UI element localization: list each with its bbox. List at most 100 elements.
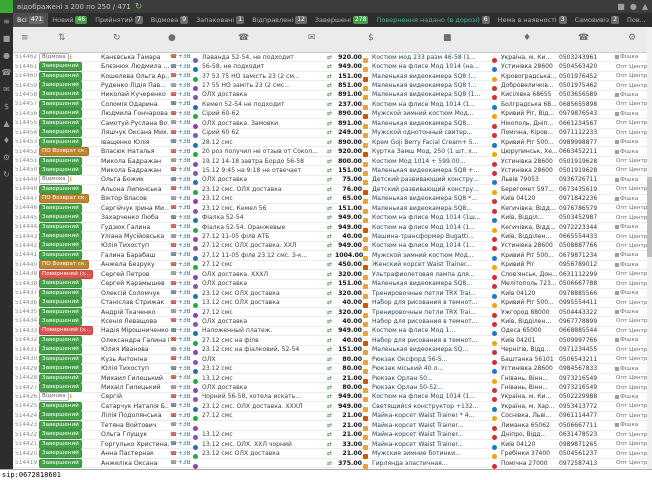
callback-link[interactable]: +ЗВ xyxy=(178,271,193,277)
vertical-scrollbar[interactable] xyxy=(647,27,652,469)
callback-link[interactable]: +ЗВ xyxy=(178,300,193,306)
callback-link[interactable]: +ЗВ xyxy=(178,186,193,192)
refresh-column-icon[interactable]: ↻ xyxy=(113,33,121,43)
call-icon[interactable]: ☎ xyxy=(169,375,178,381)
call-icon[interactable]: ☎ xyxy=(169,413,178,419)
phone-column-icon[interactable]: ☎ xyxy=(238,33,249,43)
table-row[interactable]: 514457 Завершений Соломія Одарина ☎ +ЗВ … xyxy=(13,100,647,109)
callback-link[interactable]: +ЗВ xyxy=(178,92,193,98)
callback-link[interactable]: +ЗВ xyxy=(178,73,193,79)
call-icon[interactable]: ☎ xyxy=(169,177,178,183)
table-row[interactable]: 514430 Завершений Кузь Антоніна ☎ +ЗВ ОЛ… xyxy=(13,355,647,364)
callback-link[interactable]: +ЗВ xyxy=(178,356,193,362)
table-row[interactable]: 514441 Завершений Галина Барабаш ☎ +ЗВ 2… xyxy=(13,251,647,260)
table-row[interactable]: 514421 Завершений Горгулько Христина... … xyxy=(13,440,647,449)
table-row[interactable]: 514448 Завершений Альона Липенська ☎ +ЗВ… xyxy=(13,185,647,194)
table-row[interactable]: 514432 Завершений Олександра Галина В...… xyxy=(13,336,647,345)
table-row[interactable]: 514451 Завершений Микола Бадражан ☎ +ЗВ … xyxy=(13,157,647,166)
sort-icon[interactable]: ⇅ xyxy=(58,33,66,43)
tab-завершені[interactable]: Завершені278 xyxy=(311,13,373,27)
clients-icon[interactable]: ● xyxy=(0,47,13,64)
tab-повернення-надано-в-дорозі-[interactable]: Повернення надано (в дорозі)6 xyxy=(372,13,493,27)
mail-icon[interactable]: ✉ xyxy=(0,81,13,98)
callback-link[interactable]: +ЗВ xyxy=(178,205,193,211)
table-row[interactable]: 514455 Завершений Самотуй Руслана Во... … xyxy=(13,119,647,128)
callback-link[interactable]: +ЗВ xyxy=(178,167,193,173)
callback-link[interactable]: +ЗВ xyxy=(178,318,193,324)
callback-link[interactable]: +ЗВ xyxy=(178,347,193,353)
callback-link[interactable]: +ЗВ xyxy=(178,54,193,60)
table-row[interactable]: 514433 Повернений (з... Надія Мірошничен… xyxy=(13,327,647,336)
money-column-icon[interactable]: $ xyxy=(368,33,374,43)
table-row[interactable]: 514426 Відмова ℹ Сергій ☎ +ЗВ Чорний 56-… xyxy=(13,393,647,402)
call-icon[interactable]: ☎ xyxy=(169,158,178,164)
callback-link[interactable]: +ЗВ xyxy=(178,290,193,296)
table-row[interactable]: 514460 Завершений Кошелева Ольга Ар... ☎… xyxy=(13,72,647,81)
notifications-icon[interactable]: ● xyxy=(630,2,637,11)
table-row[interactable]: 514461 Завершений Блєзнюк Людмила ... ☎ … xyxy=(13,62,647,71)
call-icon[interactable]: ☎ xyxy=(169,215,178,221)
table-row[interactable]: 514428 Завершений Михаил Гилецький ☎ +ЗВ… xyxy=(13,374,647,383)
callback-link[interactable]: +ЗВ xyxy=(178,460,193,466)
call-icon[interactable]: ☎ xyxy=(169,73,178,79)
call-icon[interactable]: ☎ xyxy=(169,271,178,277)
table-row[interactable]: 514459 Завершений Руденко Лідія Пав... ☎… xyxy=(13,81,647,90)
call-icon[interactable]: ☎ xyxy=(169,441,178,447)
menu-icon[interactable]: ≡ xyxy=(0,13,13,30)
table-row[interactable]: 514449 Відмова ℹ Ольга Божик ☎ +ЗВ ОЛХ д… xyxy=(13,176,647,185)
call-icon[interactable]: ☎ xyxy=(169,451,178,457)
callback-link[interactable]: +ЗВ xyxy=(178,111,193,117)
location-column-icon[interactable]: ♦ xyxy=(523,33,531,43)
customers-column-icon[interactable]: ● xyxy=(168,33,176,43)
table-row[interactable]: 514462 Відмова ℹ Канєвська Тамара ☎ +ЗВ … xyxy=(13,53,647,62)
call-icon[interactable]: ☎ xyxy=(169,83,178,89)
call-icon[interactable]: ☎ xyxy=(169,92,178,98)
product-column-icon[interactable]: ■ xyxy=(443,33,452,43)
callback-link[interactable]: +ЗВ xyxy=(178,432,193,438)
table-row[interactable]: 514424 Завершений Лілія Подолянська ☎ +З… xyxy=(13,412,647,421)
call-icon[interactable]: ☎ xyxy=(169,186,178,192)
table-row[interactable]: 514450 Завершений Микола Бадражан ☎ +ЗВ … xyxy=(13,166,647,175)
callback-link[interactable]: +ЗВ xyxy=(178,309,193,315)
callback-link[interactable]: +ЗВ xyxy=(178,422,193,428)
call-icon[interactable]: ☎ xyxy=(169,328,178,334)
callback-link[interactable]: +ЗВ xyxy=(178,413,193,419)
table-row[interactable]: 514435 Завершений Андрій Ткаченко ☎ +ЗВ … xyxy=(13,308,647,317)
callback-link[interactable]: +ЗВ xyxy=(178,441,193,447)
table-row[interactable]: 514447 ПО Возврат ск. Віктор Власов ☎ +З… xyxy=(13,195,647,204)
table-row[interactable]: 514444 Завершений Гудзюк Галина ☎ +ЗВ Фі… xyxy=(13,223,647,232)
call-icon[interactable]: ☎ xyxy=(169,337,178,343)
table-row[interactable]: 514443 Завершений Уліана Мусійовська ☎ +… xyxy=(13,232,647,241)
list-icon[interactable]: ≡ xyxy=(21,33,29,43)
user-menu-icon[interactable]: ▲ xyxy=(642,2,648,11)
callback-link[interactable]: +ЗВ xyxy=(178,64,193,70)
callback-link[interactable]: +ЗВ xyxy=(178,366,193,372)
callback-link[interactable]: +ЗВ xyxy=(178,403,193,409)
tab-прийнятий[interactable]: Прийнятий7 xyxy=(91,13,147,27)
call-icon[interactable]: ☎ xyxy=(169,422,178,428)
tab-запаковані[interactable]: Запаковані1 xyxy=(192,13,248,27)
call-icon[interactable]: ☎ xyxy=(169,252,178,258)
callback-link[interactable]: +ЗВ xyxy=(178,177,193,183)
messenger-icon[interactable] xyxy=(193,454,202,469)
calls-icon[interactable]: ☎ xyxy=(0,64,13,81)
refresh-icon[interactable]: ↻ xyxy=(135,2,143,12)
callback-link[interactable]: +ЗВ xyxy=(178,130,193,136)
call-icon[interactable]: ☎ xyxy=(169,167,178,173)
tab-відмова[interactable]: Відмова9 xyxy=(147,13,192,27)
callback-link[interactable]: +ЗВ xyxy=(178,385,193,391)
table-row[interactable]: 514440 ПО Возврат ск. Анжела Безруку ☎ +… xyxy=(13,261,647,270)
table-row[interactable]: 514436 Завершений Станіслав Стрижак ☎ +З… xyxy=(13,298,647,307)
call-icon[interactable]: ☎ xyxy=(169,366,178,372)
table-row[interactable]: 514458 Завершений Николай Кучеренко ☎ +З… xyxy=(13,91,647,100)
call-icon[interactable]: ☎ xyxy=(169,394,178,400)
callback-link[interactable]: +ЗВ xyxy=(178,375,193,381)
callback-link[interactable]: +ЗВ xyxy=(178,243,193,249)
call-icon[interactable]: ☎ xyxy=(169,347,178,353)
call-icon[interactable]: ☎ xyxy=(169,403,178,409)
call-icon[interactable]: ☎ xyxy=(169,432,178,438)
table-row[interactable]: 514453 Завершений Іващенко Юлія ☎ +ЗВ 28… xyxy=(13,138,647,147)
table-row[interactable]: 514429 Завершений Юлія Тихоступ ☎ +ЗВ 23… xyxy=(13,364,647,373)
table-row[interactable]: 514431 Завершений Юлия Иванова ☎ +ЗВ 23.… xyxy=(13,346,647,355)
table-row[interactable]: 514427 Завершений Михаіл Гилецький ☎ +ЗВ… xyxy=(13,383,647,392)
